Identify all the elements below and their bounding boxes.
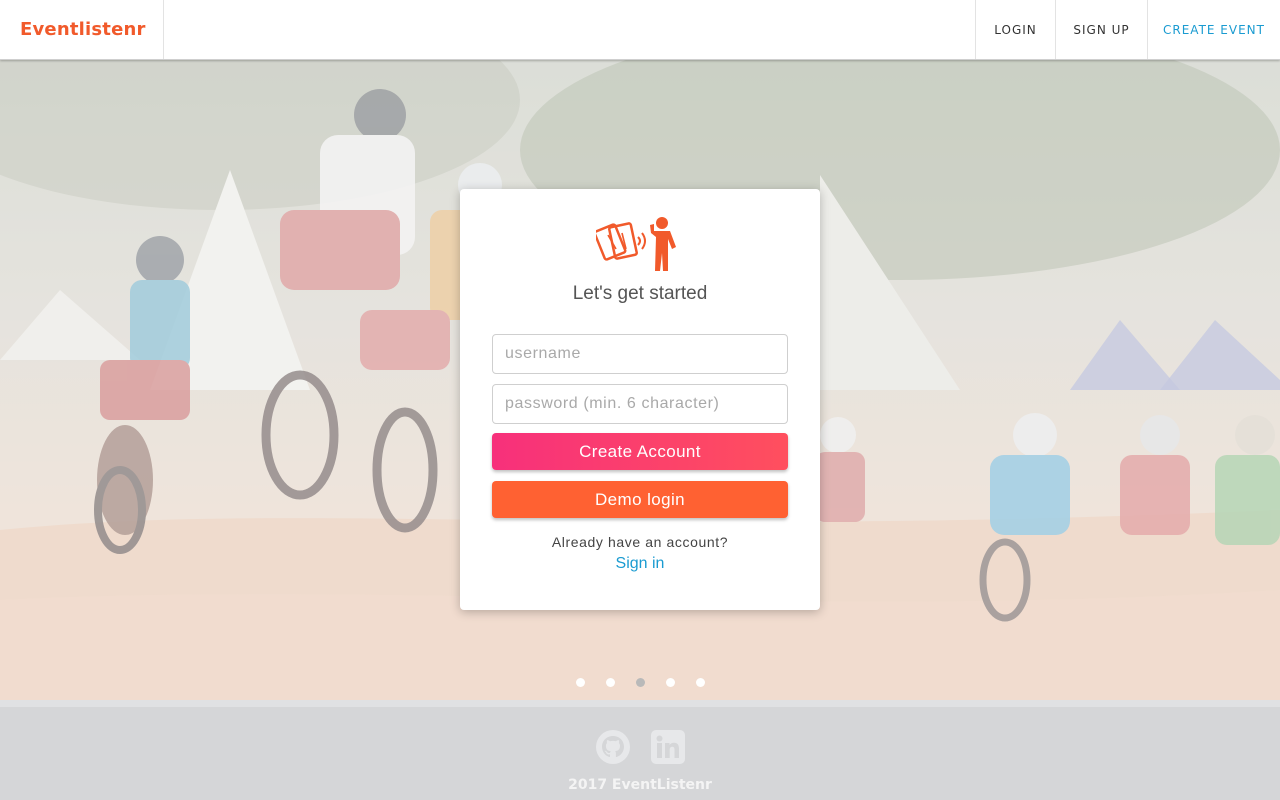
footer: 2017 EventListenr	[0, 700, 1280, 800]
carousel-dot[interactable]	[575, 678, 585, 687]
navbar: Eventlistenr LOGIN SIGN UP CREATE EVENT	[0, 0, 1280, 60]
nav-links: LOGIN SIGN UP CREATE EVENT	[975, 0, 1280, 59]
carousel-dot[interactable]	[665, 678, 675, 687]
password-input[interactable]	[492, 384, 788, 424]
demo-login-button[interactable]: Demo login	[492, 481, 788, 518]
create-account-button[interactable]: Create Account	[492, 433, 788, 470]
carousel-dots	[0, 678, 1280, 687]
brand-logo[interactable]: Eventlistenr	[0, 0, 164, 59]
hero-carousel: Let's get started Create Account Demo lo…	[0, 60, 1280, 700]
carousel-dot-active[interactable]	[635, 678, 645, 687]
github-icon[interactable]	[595, 729, 631, 765]
nav-signup-link[interactable]: SIGN UP	[1055, 0, 1147, 59]
username-input[interactable]	[492, 334, 788, 374]
nav-create-event-link[interactable]: CREATE EVENT	[1147, 0, 1280, 59]
carousel-dot[interactable]	[605, 678, 615, 687]
card-title: Let's get started	[572, 283, 708, 304]
nav-login-link[interactable]: LOGIN	[975, 0, 1055, 59]
signup-card: Let's get started Create Account Demo lo…	[460, 189, 820, 610]
tickets-person-icon	[596, 217, 676, 271]
carousel-dot[interactable]	[695, 678, 705, 687]
footer-social-icons	[595, 729, 686, 765]
copyright-text: 2017 EventListenr	[568, 777, 712, 793]
already-have-account-text: Already have an account?	[551, 534, 729, 550]
sign-in-link[interactable]: Sign in	[460, 555, 820, 573]
linkedin-icon[interactable]	[650, 729, 686, 765]
